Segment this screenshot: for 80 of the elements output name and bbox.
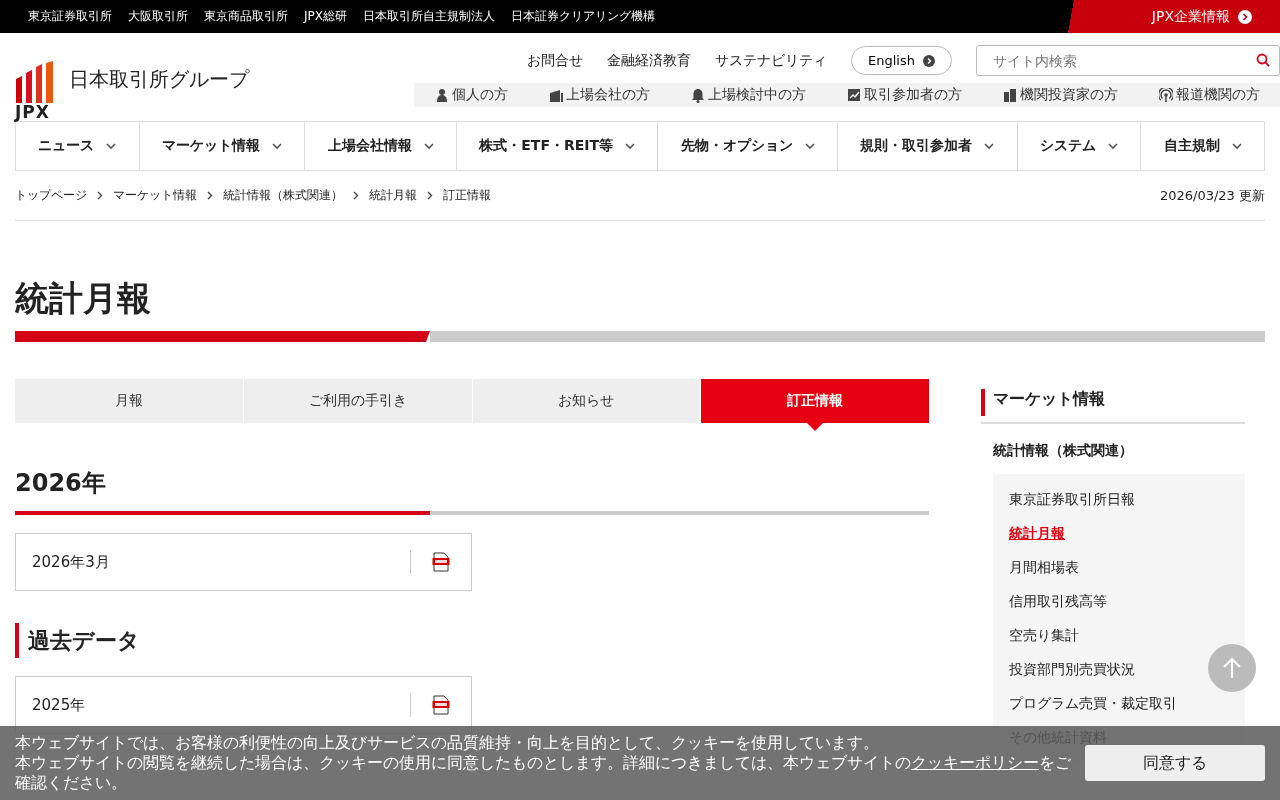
nav-menu-item[interactable]: システム [1016, 122, 1141, 170]
breadcrumb-link[interactable]: マーケット情報 [113, 187, 197, 204]
office-icon [1002, 87, 1017, 103]
group-site-link[interactable]: 日本証券クリアリング機構 [511, 8, 655, 25]
sidebar-heading: マーケット情報 [981, 389, 1245, 416]
chevron-down-icon [804, 142, 815, 150]
sidebar-link[interactable]: プログラム売買・裁定取引 [1009, 686, 1177, 720]
breadcrumb-link[interactable]: トップページ [15, 187, 87, 204]
section-heading: 2026年 [15, 468, 107, 499]
chevron-down-icon [625, 142, 636, 150]
updated-date: 2026/03/23 更新 [1159, 186, 1265, 205]
building-icon [548, 87, 563, 103]
chevron-down-icon [1231, 142, 1242, 150]
logo-text: JPX [15, 103, 50, 121]
pdf-icon [432, 552, 450, 572]
person-icon [434, 87, 449, 103]
group-site-link[interactable]: 東京証券取引所 [28, 8, 112, 25]
cookie-policy-link[interactable]: クッキーポリシー [911, 754, 1039, 772]
audience-link[interactable]: 報道機関の方 [1158, 86, 1260, 104]
nav-menu-item[interactable]: 規則・取引参加者 [837, 122, 1017, 170]
audience-link[interactable]: 機関投資家の方 [1002, 86, 1118, 104]
breadcrumb-link[interactable]: 統計月報 [369, 187, 417, 204]
chevron-down-icon [1108, 142, 1119, 150]
sidebar-link[interactable]: 東京証券取引所日報 [1009, 482, 1135, 516]
utility-link[interactable]: 金融経済教育 [607, 51, 692, 70]
bell-icon [690, 87, 705, 103]
chevron-down-icon [984, 142, 995, 150]
utility-link[interactable]: お問合せ [527, 51, 584, 70]
sidebar-link[interactable]: 統計月報 [1009, 516, 1065, 550]
breadcrumb-link[interactable]: 訂正情報 [443, 187, 491, 204]
arrow-circle-icon [1238, 9, 1252, 24]
tab[interactable]: 月報 [15, 379, 243, 423]
section-heading: 過去データ [15, 623, 929, 658]
tab[interactable]: お知らせ [472, 379, 701, 423]
sidebar-link[interactable]: 月間相場表 [1009, 550, 1079, 584]
nav-menu-item[interactable]: 上場会社情報 [304, 122, 456, 170]
chart-icon [846, 87, 861, 103]
chevron-down-icon [272, 142, 282, 150]
sidebar-link[interactable]: 信用取引残高等 [1009, 584, 1107, 618]
group-site-link[interactable]: 日本取引所自主規制法人 [363, 8, 495, 25]
search-icon[interactable] [1256, 53, 1270, 67]
nav-menu-item[interactable]: 株式・ETF・REIT等 [455, 122, 658, 170]
cookie-text: 本ウェブサイトでは、お客様の利便性の向上及びサービスの品質維持・向上を目的として、クッキーを使用しています。 [15, 733, 879, 753]
chevron-right-icon [97, 191, 103, 200]
group-site-link[interactable]: JPX総研 [304, 8, 347, 25]
file-row[interactable]: 2026年3月 [15, 533, 472, 591]
language-button[interactable]: English [851, 46, 952, 75]
audience-link[interactable]: 上場検討中の方 [690, 86, 806, 104]
nav-menu-item[interactable]: 自主規制 [1140, 122, 1266, 170]
sidebar-link[interactable]: 投資部門別売買状況 [1009, 652, 1135, 686]
audience-link[interactable]: 取引参加者の方 [846, 86, 962, 104]
utility-link[interactable]: サステナビリティ [715, 51, 828, 70]
nav-menu-item[interactable]: 先物・オプション [657, 122, 838, 170]
tab-pointer-icon [807, 423, 824, 431]
nav-menu-item[interactable]: マーケット情報 [138, 122, 305, 170]
corporate-info-link[interactable]: JPX企業情報 [1065, 0, 1280, 33]
search-field[interactable]: サイト内検索 [976, 45, 1280, 76]
sidebar-link[interactable]: 空売り集計 [1009, 618, 1079, 652]
tab[interactable]: ご利用の手引き [243, 379, 472, 423]
pdf-icon [432, 695, 450, 715]
group-site-link[interactable]: 大阪取引所 [128, 8, 188, 25]
sidebar-subheading[interactable]: 統計情報（株式関連） [993, 440, 1133, 460]
audience-link[interactable]: 個人の方 [434, 86, 508, 104]
chevron-down-icon [423, 142, 434, 150]
logo-name: 日本取引所グループ [69, 66, 249, 93]
logo-icon [15, 61, 55, 103]
breadcrumb-link[interactable]: 統計情報（株式関連） [223, 187, 343, 204]
chevron-down-icon [106, 142, 117, 150]
agree-button[interactable]: 同意する [1085, 745, 1265, 781]
cookie-text: 本ウェブサイトの閲覧を継続した場合は、クッキーの使用に同意したものとします。詳細につきましては、本ウェブサイトのクッキーポリシーをご確認ください。 [15, 753, 1072, 793]
audience-link[interactable]: 上場会社の方 [548, 86, 650, 104]
broadcast-icon [1158, 87, 1173, 103]
chevron-right-icon [207, 191, 213, 200]
nav-menu-item[interactable]: ニュース [15, 122, 139, 170]
page-title: 統計月報 [15, 277, 152, 320]
group-site-link[interactable]: 東京商品取引所 [204, 8, 288, 25]
arrow-up-icon [1222, 657, 1242, 679]
chevron-right-icon [353, 191, 359, 200]
arrow-circle-icon [923, 54, 935, 67]
chevron-right-icon [427, 191, 433, 200]
